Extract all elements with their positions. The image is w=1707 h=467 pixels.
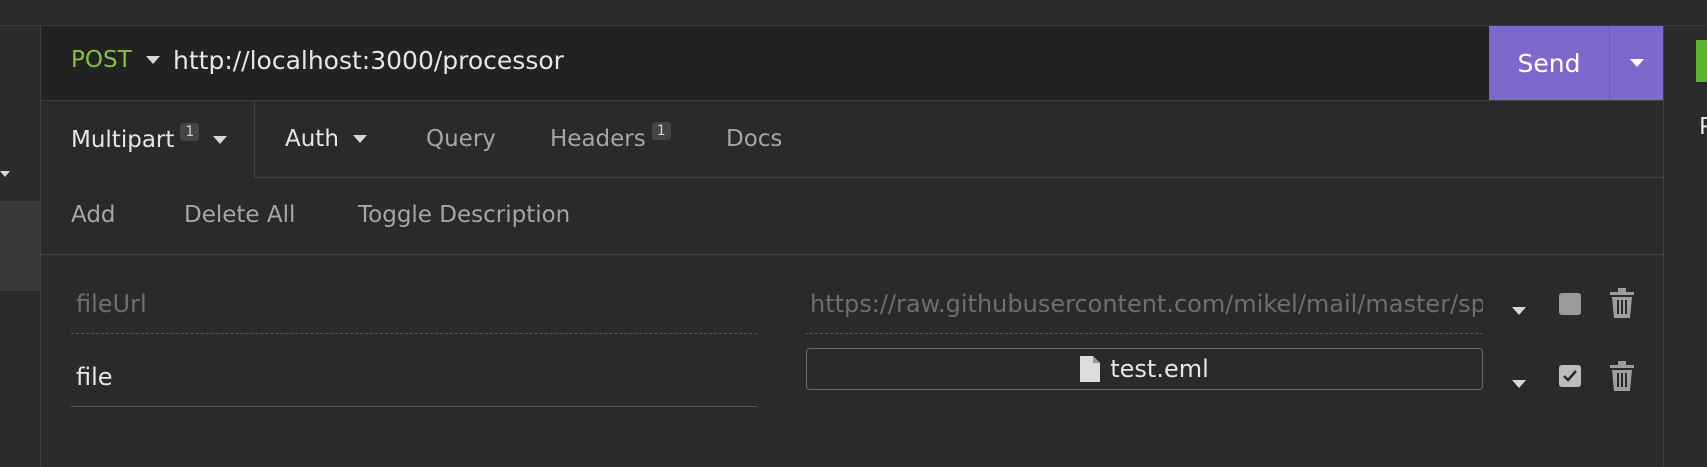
chevron-down-icon — [213, 135, 228, 144]
response-panel: P — [1663, 26, 1707, 467]
top-strip — [0, 0, 1707, 26]
status-badge — [1696, 40, 1707, 82]
file-name: test.eml — [1110, 355, 1209, 383]
trash-icon[interactable] — [1609, 361, 1635, 395]
tab-query[interactable]: Query — [426, 101, 496, 177]
sidebar-chevron-down-icon[interactable] — [0, 171, 10, 177]
response-tab-label[interactable]: P — [1699, 114, 1707, 140]
tab-label: Query — [426, 126, 496, 152]
request-tabs: Multipart 1 Auth Query Headers 1 Docs — [41, 101, 1663, 178]
tab-multipart[interactable]: Multipart 1 — [41, 101, 255, 178]
chevron-down-icon — [1512, 380, 1526, 388]
send-options-button[interactable] — [1610, 26, 1663, 100]
params-toolbar: Add Delete All Toggle Description — [41, 178, 1663, 255]
method-label: POST — [71, 47, 132, 73]
sidebar — [0, 26, 41, 467]
tab-headers[interactable]: Headers 1 — [550, 101, 671, 177]
param-name-field[interactable]: file — [71, 347, 757, 407]
request-panel: POST Send Multipart 1 Auth Query Headers… — [41, 26, 1663, 467]
param-row: fileUrl https://raw.githubusercontent.co… — [41, 271, 1663, 341]
chevron-down-icon — [1629, 59, 1644, 67]
file-icon — [1080, 356, 1101, 382]
sidebar-selected-item[interactable] — [0, 201, 40, 291]
row-options-button[interactable] — [1512, 373, 1526, 392]
file-chooser-button[interactable]: test.eml — [806, 348, 1483, 390]
count-badge: 1 — [651, 122, 671, 140]
trash-icon[interactable] — [1609, 288, 1635, 322]
enable-checkbox[interactable] — [1559, 365, 1581, 387]
add-button[interactable]: Add — [71, 202, 116, 228]
chevron-down-icon — [1512, 307, 1526, 315]
param-value-field[interactable]: https://raw.githubusercontent.com/mikel/… — [805, 274, 1483, 334]
chevron-down-icon — [145, 56, 160, 64]
tab-auth[interactable]: Auth — [285, 101, 367, 177]
tab-label: Auth — [285, 126, 339, 152]
chevron-down-icon — [352, 135, 367, 143]
tab-label: Docs — [726, 126, 783, 152]
tab-docs[interactable]: Docs — [726, 101, 782, 177]
send-button[interactable]: Send — [1489, 26, 1610, 100]
row-options-button[interactable] — [1512, 300, 1526, 319]
tab-label: Multipart — [71, 126, 175, 153]
checkmark-icon — [1563, 370, 1577, 382]
url-bar: POST Send — [41, 26, 1663, 101]
tab-label: Headers — [550, 126, 646, 152]
delete-all-button[interactable]: Delete All — [184, 202, 295, 228]
send-group: Send — [1489, 26, 1663, 100]
param-row: file test.eml — [41, 344, 1663, 414]
param-name-field[interactable]: fileUrl — [71, 274, 757, 334]
enable-checkbox[interactable] — [1559, 293, 1581, 315]
method-dropdown[interactable]: POST — [71, 47, 160, 73]
count-badge: 1 — [180, 122, 200, 141]
url-input[interactable] — [173, 46, 1473, 75]
toggle-description-button[interactable]: Toggle Description — [358, 202, 570, 228]
